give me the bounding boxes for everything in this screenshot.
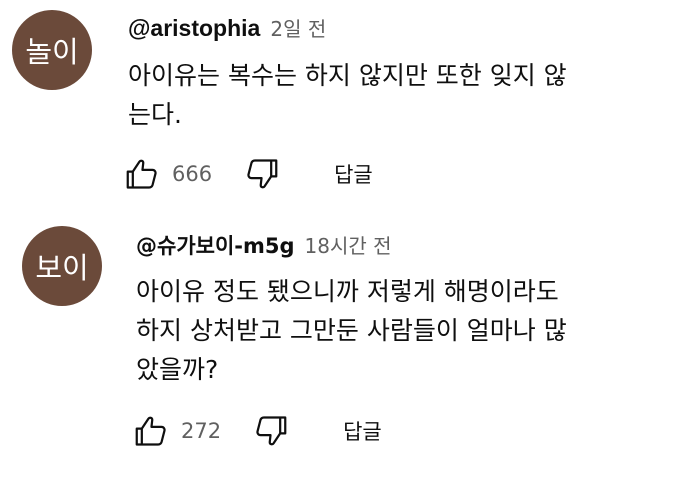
thumbs-up-icon (126, 159, 157, 189)
avatar[interactable]: 보이 (22, 226, 102, 306)
avatar-initials: 보이 (35, 251, 89, 285)
comment-line: 아이유 정도 됐으니까 저렇게 해명이라도 (136, 277, 559, 306)
author-handle[interactable]: @슈가보이-m5g (136, 230, 295, 260)
dislike-button[interactable] (242, 154, 282, 194)
timestamp[interactable]: 18시간 전 (305, 230, 392, 259)
avatar[interactable]: 놀이 (12, 10, 92, 90)
like-count: 272 (181, 419, 222, 443)
like-count: 666 (172, 162, 213, 186)
comment-line: 았을까? (136, 355, 219, 384)
thumbs-down-icon (256, 416, 287, 446)
comment-line: 는다. (128, 100, 182, 129)
timestamp[interactable]: 2일 전 (270, 13, 326, 42)
thumbs-down-icon (247, 159, 278, 189)
comment-line: 하지 상처받고 그만둔 사람들이 얼마나 많 (136, 316, 567, 345)
dislike-button[interactable] (251, 411, 291, 451)
comment-line: 아이유는 복수는 하지 않지만 또한 잊지 않 (128, 61, 567, 90)
comment-text: 아이유는 복수는 하지 않지만 또한 잊지 않 는다. (128, 56, 567, 134)
avatar-initials: 놀이 (25, 35, 79, 69)
author-handle[interactable]: @aristophia (128, 15, 260, 42)
reply-button[interactable]: 답글 (343, 416, 382, 446)
comment-actions: 272 답글 (131, 411, 382, 451)
thumbs-up-icon (135, 416, 166, 446)
like-button[interactable] (122, 154, 162, 194)
comment-text: 아이유 정도 됐으니까 저렇게 해명이라도 하지 상처받고 그만둔 사람들이 얼… (136, 272, 567, 389)
comment-header: @슈가보이-m5g 18시간 전 (136, 230, 392, 260)
comment-header: @aristophia 2일 전 (128, 13, 326, 42)
reply-button[interactable]: 답글 (334, 159, 373, 189)
comment-actions: 666 답글 (122, 154, 373, 194)
like-button[interactable] (131, 411, 171, 451)
